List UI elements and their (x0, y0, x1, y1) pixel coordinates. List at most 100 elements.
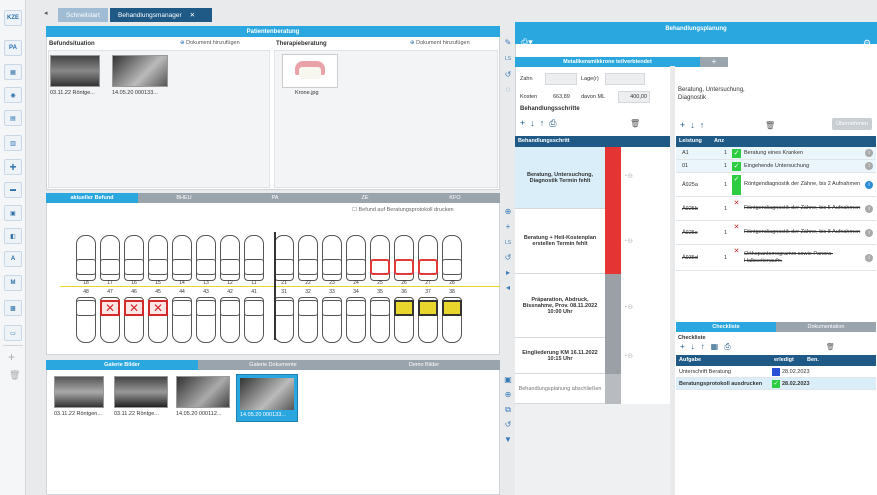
add-step-icon[interactable]: + (520, 118, 530, 128)
car-icon[interactable]: ◧ (4, 228, 22, 244)
add-service-icon[interactable]: + (680, 120, 690, 130)
info-icon-gray[interactable]: i (865, 149, 873, 157)
info-icon-gray[interactable]: i (865, 253, 873, 262)
info-icon-gray[interactable]: i (865, 228, 873, 237)
back-arrow-icon[interactable]: ◂ (44, 9, 48, 17)
list-icon[interactable]: LS (503, 54, 513, 64)
delete-step-icon[interactable]: 🗑 (630, 119, 640, 128)
move-up-icon[interactable]: ↑ (540, 118, 550, 128)
copy-icon[interactable]: ⧉ (503, 405, 513, 415)
print-icon[interactable]: ⎙▾ (521, 37, 533, 48)
meo-icon[interactable]: M (4, 275, 22, 291)
plus-small-icon[interactable]: + (503, 222, 513, 232)
delete-task-icon[interactable]: 🗑 (826, 343, 835, 351)
info-icon-gray[interactable]: i (865, 204, 873, 213)
step-4-icons[interactable]: ◔⊖ (623, 352, 633, 360)
therapie-image-1[interactable] (282, 54, 338, 88)
check-icon[interactable]: ✓ (732, 149, 741, 158)
gallery-tab-dokumente[interactable]: Galerie Dokumente (198, 360, 348, 370)
undo-icon[interactable]: ↺ (503, 70, 513, 80)
davon-input[interactable]: 400,00 (618, 91, 650, 103)
filter-icon[interactable]: ▼ (503, 435, 513, 445)
back-icon[interactable]: ◂ (503, 283, 513, 293)
move-up-icon[interactable]: ↑ (700, 120, 710, 130)
befund-add-document-button[interactable]: ⊕ Dokument hinzufügen (180, 40, 240, 46)
delete-service-icon[interactable]: 🗑 (765, 121, 775, 130)
calendar-icon[interactable]: ▦ (711, 342, 725, 351)
keyboard-icon[interactable]: ▭ (4, 325, 22, 341)
step-2[interactable]: Beratung + Heil-Kostenplan erstellen Ter… (515, 209, 605, 274)
task-status-icon[interactable] (772, 368, 780, 376)
befund-image-1[interactable] (50, 55, 100, 87)
comment-icon[interactable]: ◌ (503, 85, 513, 95)
chart-tab-pa[interactable]: PA (230, 193, 320, 203)
tab-schnellstart[interactable]: Schnellstart (58, 8, 108, 22)
invoice-icon[interactable]: ▥ (4, 135, 22, 151)
service-row[interactable]: 01 1 ✓ Eingehende Untersuchung i (676, 160, 876, 173)
add-icon[interactable]: + (8, 350, 15, 364)
befund-image-2[interactable] (112, 55, 168, 87)
service-row[interactable]: Ä925c 1 ✕ Röntgendiagnostik der Zähne, bis … (676, 221, 876, 245)
checklist-row-2[interactable]: Beratungsprotokoll ausdrucken ✓ 28.02.20… (676, 378, 876, 390)
chart-tab-active[interactable]: aktueller Befund (46, 193, 138, 203)
step-2-icons[interactable]: ◔⊖ (623, 237, 633, 245)
check-icon[interactable]: ✓ (732, 175, 741, 195)
zahn-input[interactable] (545, 73, 577, 85)
gallery-image-3[interactable] (176, 376, 230, 408)
clipboard-icon[interactable]: ▣ (4, 205, 22, 221)
pa-icon[interactable]: PA (4, 40, 22, 56)
gallery-image-4-selected[interactable]: 14.05.20 000133... (236, 374, 298, 422)
chart-tab-kfo[interactable]: KFO (410, 193, 500, 203)
play-icon[interactable]: ▸ (503, 268, 513, 278)
kze-icon[interactable]: KZE (4, 10, 22, 26)
therapie-add-document-button[interactable]: ⊕ Dokument hinzufügen (410, 40, 470, 46)
image-icon[interactable]: ▩ (4, 300, 22, 316)
add-task-icon[interactable]: + (680, 342, 691, 351)
lage-input[interactable] (605, 73, 645, 85)
service-row[interactable]: A1 1 ✓ Beratung eines Kranken i (676, 147, 876, 160)
info-icon-gray[interactable]: i (865, 162, 873, 170)
checklist-row-1[interactable]: Unterschrift Beratung 28.02.2023 (676, 366, 876, 378)
uebernehmen-button[interactable]: Übernehmen (832, 118, 872, 130)
step-4[interactable]: Eingliederung KM 16.11.2022 10:15 Uhr (515, 338, 605, 374)
check-icon[interactable]: ✓ (732, 162, 741, 171)
zoom-icon[interactable]: ⊕ (503, 207, 513, 217)
move-up-icon[interactable]: ↑ (701, 342, 711, 351)
ls-icon[interactable]: LS (503, 238, 513, 248)
chart-tab-ze[interactable]: ZE (320, 193, 410, 203)
document-icon[interactable]: ▤ (4, 110, 22, 126)
move-down-icon[interactable]: ↓ (691, 342, 701, 351)
chart-tab-bheu[interactable]: BHEU (138, 193, 230, 203)
print-icon[interactable]: ⎙ (549, 118, 561, 128)
abc-icon[interactable]: A (4, 251, 22, 267)
gallery-image-1[interactable] (54, 376, 104, 408)
trash-icon[interactable]: 🗑 (9, 370, 20, 381)
task-status-icon[interactable]: ✓ (772, 380, 780, 388)
close-icon[interactable]: ✕ (190, 11, 195, 19)
checklist-tab[interactable]: Checkliste (676, 322, 776, 332)
move-down-icon[interactable]: ↓ (690, 120, 700, 130)
dental-chart[interactable]: 18 48 17 47 ✕ 16 46 ✕ 15 45 ✕ 14 44 13 43 12 42 11 41 21 31 2… (46, 215, 500, 350)
calendar-icon[interactable]: ▦ (4, 64, 22, 80)
dokumentation-tab[interactable]: Dokumentation (776, 322, 876, 332)
camera-icon[interactable]: ▣ (503, 375, 513, 385)
step-3-icons[interactable]: ◔⊖ (623, 303, 633, 311)
undo-icon[interactable]: ↺ (503, 420, 513, 430)
zoom-icon[interactable]: ⊕ (503, 390, 513, 400)
add-subtab-button[interactable]: + (700, 57, 728, 67)
removed-icon[interactable]: ✕ (732, 247, 741, 269)
service-row[interactable]: Ä925b 1 ✕ Röntgendiagnostik der Zähne, bis … (676, 197, 876, 221)
move-down-icon[interactable]: ↓ (530, 118, 540, 128)
service-row[interactable]: Ä925a 1 ✓ Röntgendiagnostik der Zähne, bis … (676, 173, 876, 197)
step-5[interactable]: Behandlungsplanung abschließen (515, 374, 605, 404)
folder-icon[interactable]: ▬ (4, 182, 22, 198)
plus-icon[interactable]: + (4, 159, 22, 175)
service-row[interactable]: Ä935d 1 ✕ Orthopantomogramm sowie Panora- H… (676, 245, 876, 271)
step-3[interactable]: Präparation, Abdruck, Bissnahme, Prov. 0… (515, 274, 605, 338)
step-1-icons[interactable]: ◔⊖ (623, 172, 633, 180)
tooth-icon[interactable]: ◉ (4, 87, 22, 103)
undo-icon[interactable]: ↺ (503, 253, 513, 263)
gallery-tab-bilder[interactable]: Galerie Bilder (46, 360, 198, 370)
removed-icon[interactable]: ✕ (732, 199, 741, 219)
print-befund-checkbox[interactable]: ☐ Befund auf Beratungsprotokoll drucken (352, 207, 454, 213)
